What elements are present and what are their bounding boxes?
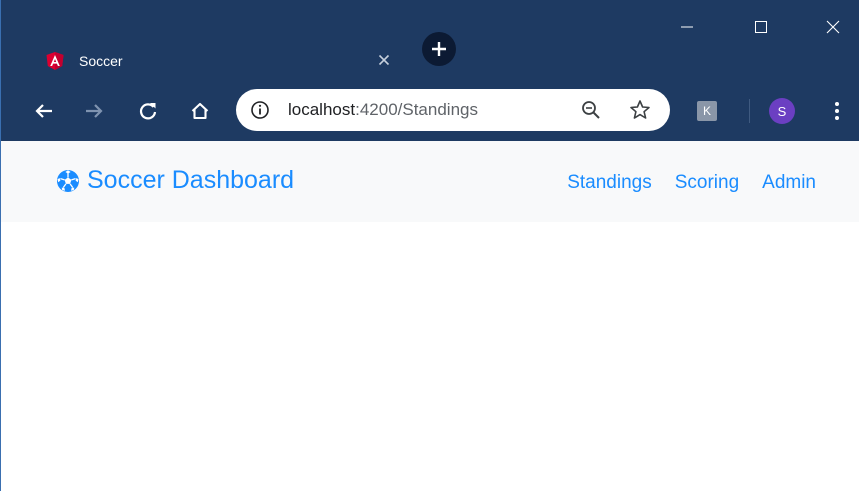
- bookmark-star-icon[interactable]: [629, 99, 651, 121]
- info-icon[interactable]: [250, 100, 270, 120]
- arrow-left-icon: [35, 104, 52, 118]
- minimize-icon: [681, 26, 693, 28]
- home-icon: [191, 102, 209, 120]
- app-navbar: Soccer Dashboard Standings Scoring Admin: [1, 141, 859, 222]
- page-content: [1, 222, 859, 491]
- profile-avatar[interactable]: S: [769, 98, 795, 124]
- browser-toolbar: localhost:4200/Standings K S: [1, 82, 859, 141]
- extension-k-icon[interactable]: K: [697, 101, 717, 121]
- url-text[interactable]: localhost:4200/Standings: [288, 89, 478, 131]
- nav-link-admin[interactable]: Admin: [762, 172, 816, 194]
- new-tab-button[interactable]: [422, 32, 456, 66]
- brand-link[interactable]: Soccer Dashboard: [56, 166, 294, 195]
- forward-button[interactable]: [79, 96, 109, 126]
- close-icon: [826, 20, 840, 34]
- reload-icon: [139, 103, 157, 120]
- title-bar: Soccer: [1, 0, 859, 82]
- maximize-button[interactable]: [746, 14, 776, 40]
- tab-close-icon[interactable]: [376, 52, 392, 68]
- arrow-right-icon: [86, 104, 103, 118]
- back-button[interactable]: [29, 96, 59, 126]
- nav-links: Standings Scoring Admin: [567, 172, 816, 194]
- more-menu-icon[interactable]: [827, 99, 847, 123]
- browser-window: Soccer localhost:4200/Standings K S Socc…: [0, 0, 859, 491]
- url-host: localhost: [288, 100, 356, 119]
- home-button[interactable]: [185, 96, 215, 126]
- plus-icon: [432, 42, 446, 56]
- maximize-icon: [755, 21, 767, 33]
- brand-text: Soccer Dashboard: [87, 166, 295, 194]
- browser-tab[interactable]: Soccer: [30, 40, 407, 82]
- toolbar-separator: [749, 99, 750, 123]
- tab-title: Soccer: [79, 53, 123, 69]
- url-path: :4200/Standings: [355, 100, 478, 119]
- reload-button[interactable]: [133, 96, 163, 126]
- angular-favicon-icon: [46, 52, 64, 70]
- nav-link-scoring[interactable]: Scoring: [675, 172, 739, 194]
- minimize-button[interactable]: [672, 14, 702, 40]
- soccer-ball-icon: [57, 169, 79, 192]
- zoom-icon[interactable]: [580, 99, 602, 121]
- nav-link-standings[interactable]: Standings: [567, 172, 652, 194]
- close-window-button[interactable]: [818, 14, 848, 40]
- address-bar[interactable]: localhost:4200/Standings: [236, 89, 670, 131]
